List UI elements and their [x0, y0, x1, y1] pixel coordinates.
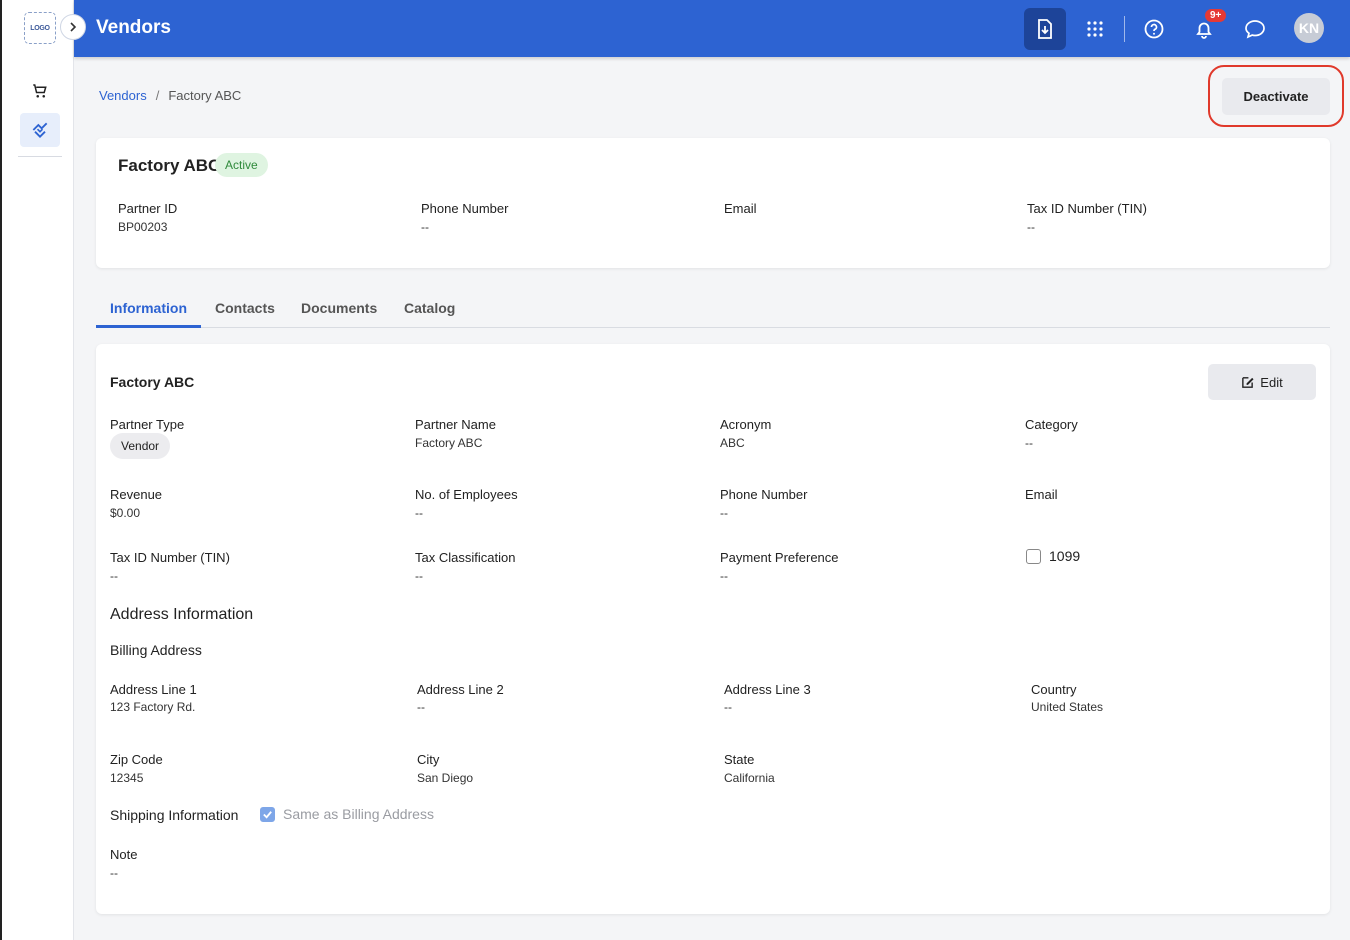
city-value: San Diego	[417, 771, 474, 785]
status-badge: Active	[215, 153, 268, 177]
zip-label: Zip Code	[110, 752, 163, 767]
sidebar-item-vendors[interactable]	[20, 113, 60, 147]
tin-value: --	[1027, 220, 1035, 234]
address-line2-value: --	[417, 700, 425, 714]
phone-label: Phone Number	[421, 201, 509, 216]
checkmark-icon	[263, 811, 272, 819]
download-doc-icon	[1038, 19, 1052, 39]
checkbox-1099-label: 1099	[1049, 548, 1081, 564]
info-title: Factory ABC	[110, 374, 195, 390]
tab-contacts[interactable]: Contacts	[215, 300, 275, 316]
partner-type-chip: Vendor	[110, 433, 171, 459]
info-tin-value: --	[110, 569, 118, 583]
chevron-right-icon	[70, 22, 77, 32]
help-button[interactable]	[1133, 8, 1175, 50]
tab-catalog[interactable]: Catalog	[404, 300, 455, 316]
revenue-value: $0.00	[110, 506, 141, 520]
top-header: Vendors 9+ KN	[74, 0, 1350, 57]
information-card: Factory ABC Edit Partner Type Vendor Par…	[96, 344, 1330, 914]
page-title: Vendors	[96, 17, 171, 38]
grid-icon	[1087, 21, 1103, 37]
active-tab-indicator	[96, 325, 201, 328]
acronym-label: Acronym	[720, 417, 772, 432]
breadcrumb: Vendors / Factory ABC	[99, 88, 241, 103]
tab-information[interactable]: Information	[110, 300, 187, 316]
note-label: Note	[110, 847, 138, 862]
header-separator	[1124, 16, 1125, 42]
deactivate-highlight-annotation	[1208, 65, 1344, 127]
user-avatar[interactable]: KN	[1294, 13, 1324, 43]
vendor-name: Factory ABC	[118, 156, 221, 175]
billing-title: Billing Address	[110, 642, 202, 658]
edit-label: Edit	[1260, 374, 1283, 390]
tax-class-label: Tax Classification	[415, 550, 516, 565]
download-button[interactable]	[1024, 8, 1066, 50]
country-label: Country	[1031, 682, 1077, 697]
partner-id-value: BP00203	[118, 220, 168, 234]
partner-name-value: Factory ABC	[415, 436, 483, 450]
chat-icon	[1245, 20, 1265, 39]
tab-documents[interactable]: Documents	[301, 300, 377, 316]
tab-bar: Information Contacts Documents Catalog	[96, 290, 1330, 328]
sidebar: LOGO	[0, 0, 74, 940]
address-line3-label: Address Line 3	[724, 682, 811, 697]
breadcrumb-vendors-link[interactable]: Vendors	[99, 88, 147, 103]
address-line1-label: Address Line 1	[110, 682, 197, 697]
vendor-icon	[32, 122, 48, 138]
address-line3-value: --	[724, 700, 732, 714]
vendor-summary-card: Factory ABC Active Partner ID BP00203 Ph…	[96, 138, 1330, 268]
state-label: State	[724, 752, 755, 767]
info-phone-value: --	[720, 506, 728, 520]
acronym-value: ABC	[720, 436, 745, 450]
sidebar-divider	[18, 156, 62, 157]
info-phone-label: Phone Number	[720, 487, 808, 502]
breadcrumb-current: Factory ABC	[168, 88, 242, 103]
employees-value: --	[415, 506, 423, 520]
edit-icon	[1242, 376, 1254, 388]
info-email-label: Email	[1025, 487, 1058, 502]
partner-name-label: Partner Name	[415, 417, 496, 432]
category-label: Category	[1025, 417, 1078, 432]
zip-value: 12345	[110, 771, 144, 785]
sidebar-item-cart[interactable]	[20, 74, 60, 108]
email-label: Email	[724, 201, 757, 216]
shipping-title: Shipping Information	[110, 807, 239, 823]
bell-icon	[1196, 22, 1212, 39]
address-line2-label: Address Line 2	[417, 682, 504, 697]
app-logo[interactable]: LOGO	[24, 12, 56, 44]
chat-button[interactable]	[1234, 8, 1276, 50]
breadcrumb-separator: /	[155, 88, 160, 103]
tax-class-value: --	[415, 569, 423, 583]
tin-label: Tax ID Number (TIN)	[1027, 201, 1147, 216]
same-as-billing-checkbox[interactable]	[260, 807, 275, 822]
employees-label: No. of Employees	[415, 487, 518, 502]
info-tin-label: Tax ID Number (TIN)	[110, 550, 230, 565]
revenue-label: Revenue	[110, 487, 163, 502]
partner-id-label: Partner ID	[118, 201, 178, 216]
city-label: City	[417, 752, 440, 767]
same-as-billing-label: Same as Billing Address	[283, 806, 434, 822]
partner-type-label: Partner Type	[110, 417, 185, 432]
country-value: United States	[1031, 700, 1104, 714]
help-icon	[1144, 19, 1164, 39]
phone-value: --	[421, 220, 429, 234]
note-value: --	[110, 866, 118, 880]
edit-button[interactable]: Edit	[1208, 364, 1316, 400]
cart-icon	[33, 84, 47, 98]
checkbox-1099[interactable]	[1026, 549, 1041, 564]
category-value: --	[1025, 436, 1033, 450]
payment-pref-value: --	[720, 569, 728, 583]
address-section-title: Address Information	[110, 606, 254, 623]
expand-sidebar-button[interactable]	[60, 14, 86, 40]
state-value: California	[724, 771, 775, 785]
apps-button[interactable]	[1074, 8, 1116, 50]
payment-pref-label: Payment Preference	[720, 550, 839, 565]
address-line1-value: 123 Factory Rd.	[110, 700, 196, 714]
notification-badge: 9+	[1205, 9, 1227, 22]
